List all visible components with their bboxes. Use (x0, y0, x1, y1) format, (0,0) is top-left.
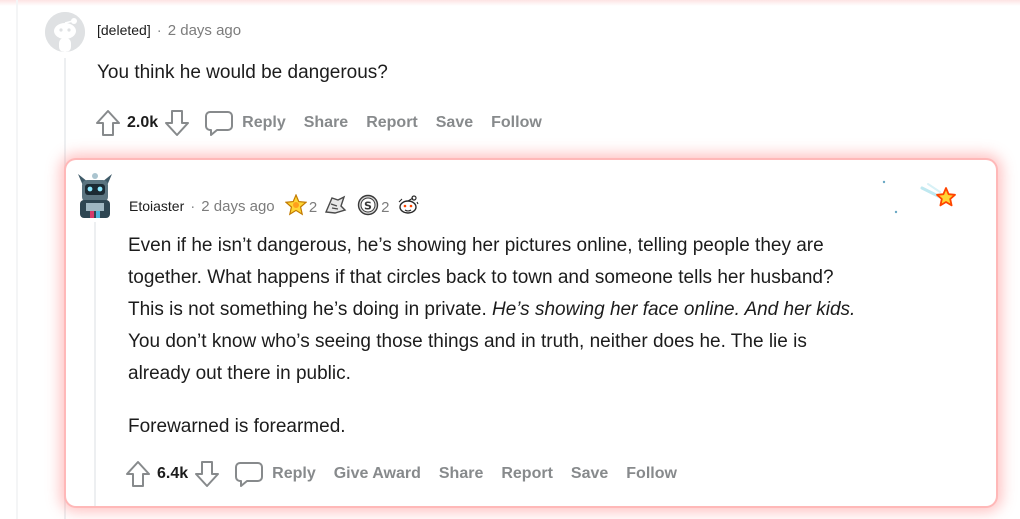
user-avatar[interactable] (74, 168, 116, 218)
wholesome-snoo-award-icon[interactable] (396, 193, 420, 221)
save-button[interactable]: Save (436, 114, 473, 132)
reply-body: Even if he isn’t dangerous, he’s showing… (128, 230, 855, 443)
parent-meta: [deleted] · 2 days ago (97, 22, 241, 39)
parent-timestamp[interactable]: 2 days ago (168, 22, 241, 39)
reply-line-4: You don’t know who’s seeing those things… (128, 331, 807, 352)
reply-paragraph-1: Even if he isn’t dangerous, he’s showing… (128, 230, 855, 390)
reply-button[interactable]: Reply (204, 109, 286, 137)
reply-username[interactable]: Etoiaster (129, 198, 184, 214)
share-button[interactable]: Share (304, 114, 348, 132)
highlighted-comment-card: Etoiaster · 2 days ago 2 S 2 Even if he … (66, 160, 996, 506)
report-button[interactable]: Report (366, 114, 418, 132)
snoo-avatar-icon (78, 173, 112, 218)
downvote-icon[interactable] (194, 460, 220, 488)
svg-text:S: S (364, 200, 372, 213)
parent-body: You think he would be dangerous? (97, 62, 388, 83)
awards-row: 2 S 2 (284, 193, 420, 221)
meta-separator: · (156, 22, 162, 39)
meta-separator: · (190, 197, 196, 215)
reply-button[interactable]: Reply (234, 460, 316, 488)
star-award-count: 2 (308, 198, 318, 216)
deleted-snoo-icon (45, 12, 85, 52)
reply-label: Reply (272, 465, 316, 482)
upvote-icon[interactable] (95, 109, 121, 137)
follow-button[interactable]: Follow (626, 465, 677, 483)
downvote-icon[interactable] (164, 109, 190, 137)
save-button[interactable]: Save (571, 465, 608, 483)
reply-line-2: together. What happens if that circles b… (128, 267, 834, 288)
reply-line-3-italic: He’s showing her face online. And her ki… (492, 299, 856, 320)
parent-comment: [deleted] · 2 days ago You think he would … (0, 0, 1020, 150)
parent-action-bar: 2.0k Reply Share Report Save Follow (95, 108, 560, 138)
reply-timestamp[interactable]: 2 days ago (201, 198, 274, 215)
reply-label: Reply (242, 114, 286, 131)
reply-line-5: already out there in public. (128, 363, 351, 384)
reply-line-3: This is not something he’s doing in priv… (128, 294, 855, 326)
parent-vote-count: 2.0k (127, 114, 159, 131)
silver-award-icon[interactable]: S (357, 194, 379, 220)
star-award-icon[interactable] (284, 193, 308, 220)
reply-meta: Etoiaster · 2 days ago 2 S 2 (129, 193, 420, 221)
share-button[interactable]: Share (439, 465, 483, 483)
reply-paragraph-2: Forewarned is forearmed. (128, 416, 346, 437)
shooting-star-icon (878, 174, 958, 223)
report-button[interactable]: Report (501, 465, 553, 483)
reply-line-3-plain: This is not something he’s doing in priv… (128, 299, 493, 320)
follow-button[interactable]: Follow (491, 114, 542, 132)
deleted-user-avatar (45, 12, 85, 52)
reply-vote-count: 6.4k (157, 465, 189, 482)
comment-bubble-icon (205, 111, 234, 136)
parent-username[interactable]: [deleted] (97, 22, 151, 38)
reply-action-bar: 6.4k Reply Give Award Share Report Save … (125, 459, 695, 489)
helpful-award-icon[interactable] (323, 194, 347, 220)
comment-bubble-icon (235, 462, 264, 487)
give-award-button[interactable]: Give Award (334, 465, 421, 483)
upvote-icon[interactable] (125, 460, 151, 488)
thread-line-reply[interactable] (94, 222, 96, 506)
silver-award-count: 2 (381, 198, 390, 216)
reply-line-1: Even if he isn’t dangerous, he’s showing… (128, 235, 824, 256)
